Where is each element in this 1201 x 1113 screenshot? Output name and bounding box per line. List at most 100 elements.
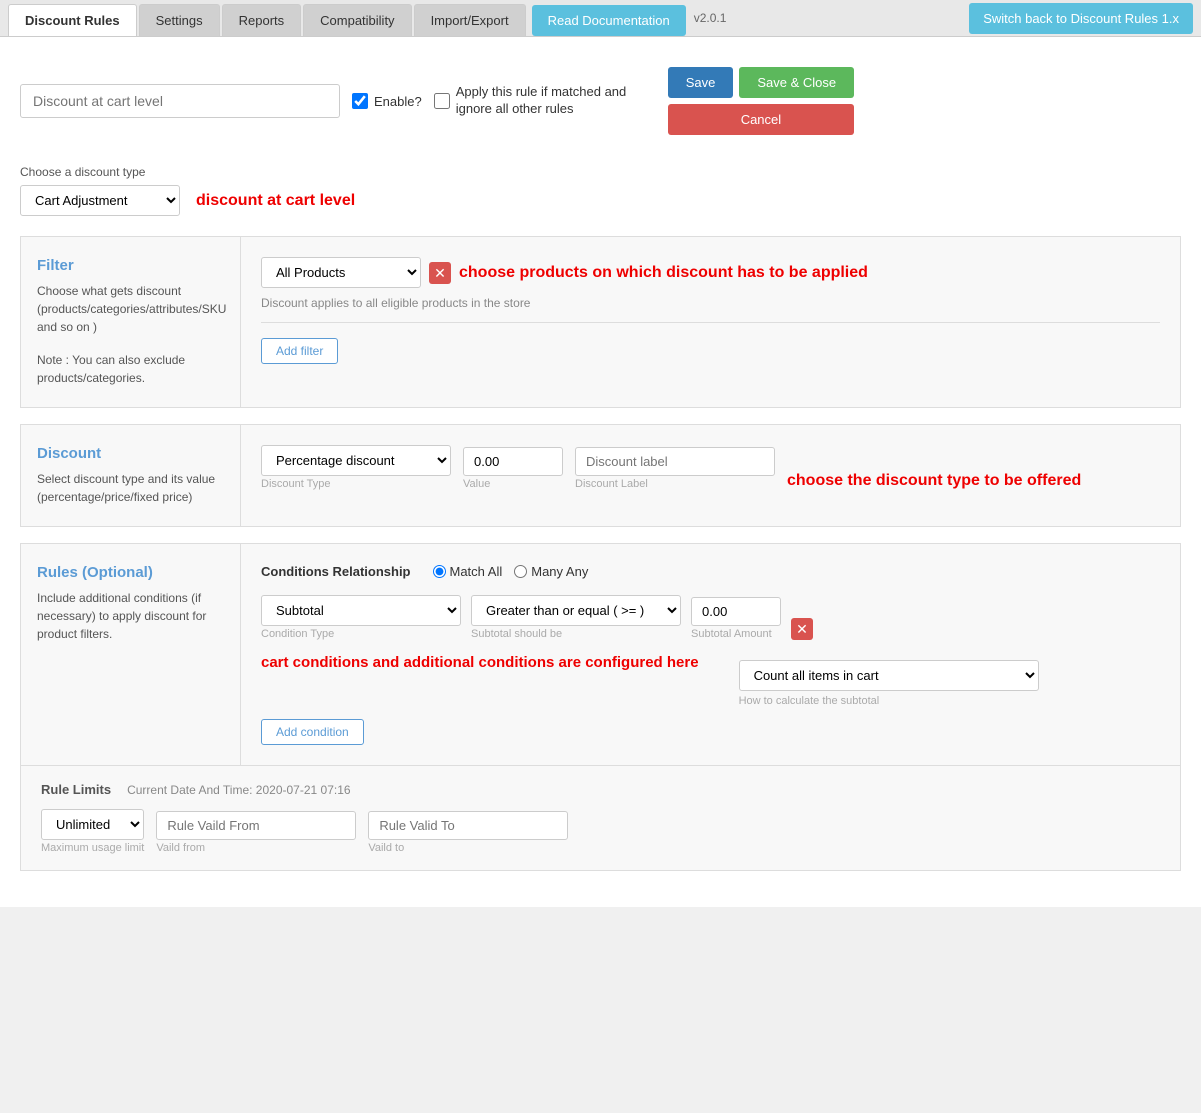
condition-amount-input[interactable] — [691, 597, 781, 626]
tab-reports[interactable]: Reports — [222, 4, 302, 36]
rule-limits-date: Current Date And Time: 2020-07-21 07:16 — [127, 783, 350, 797]
condition-remove-button[interactable]: ✕ — [791, 618, 813, 640]
filter-section-right: All Products Specific Products Specific … — [241, 237, 1180, 407]
conditions-relationship: Conditions Relationship Match All Many A… — [261, 564, 1160, 579]
condition-type-select[interactable]: Subtotal Product Quantity Cart Total — [261, 595, 461, 626]
filter-description: Choose what gets discount (products/cate… — [37, 282, 224, 336]
rules-annotation: cart conditions and additional condition… — [261, 654, 699, 671]
rules-section-inner: Rules (Optional) Include additional cond… — [21, 544, 1180, 765]
rules-annotation-text: cart conditions and additional condition… — [261, 652, 699, 673]
condition-amount-label: Subtotal Amount — [691, 628, 781, 640]
enable-checkbox[interactable] — [352, 93, 368, 109]
action-buttons: Save Save & Close Cancel — [668, 67, 854, 135]
subtotal-calc-select[interactable]: Count all items in cart Count unique ite… — [739, 660, 1039, 691]
add-filter-button[interactable]: Add filter — [261, 338, 338, 364]
discount-value-group: Value — [463, 447, 563, 490]
rule-name-input[interactable] — [20, 84, 340, 118]
discount-section-left: Discount Select discount type and its va… — [21, 425, 241, 526]
discount-type-select[interactable]: Cart Adjustment Product Discount Buy X G… — [20, 185, 180, 216]
rules-section: Rules (Optional) Include additional cond… — [20, 543, 1181, 871]
discount-type-section: Choose a discount type Cart Adjustment P… — [20, 165, 1181, 216]
rules-section-title: Rules (Optional) — [37, 564, 224, 581]
discount-label-group: Discount Label — [575, 447, 775, 490]
many-any-radio[interactable] — [514, 565, 527, 578]
filter-title: Filter — [37, 257, 224, 274]
discount-value-label: Value — [463, 478, 563, 490]
cancel-button[interactable]: Cancel — [668, 104, 854, 135]
rule-limits-title: Rule Limits — [41, 782, 111, 797]
discount-row: Percentage discount Fixed discount Fixed… — [261, 445, 1160, 490]
tab-discount-rules[interactable]: Discount Rules — [8, 4, 137, 36]
discount-type-select[interactable]: Percentage discount Fixed discount Fixed… — [261, 445, 451, 476]
tab-import-export[interactable]: Import/Export — [414, 4, 526, 36]
header-row: Enable? Apply this rule if matched and i… — [20, 57, 1181, 145]
conditions-rel-label: Conditions Relationship — [261, 564, 411, 579]
read-docs-button[interactable]: Read Documentation — [532, 5, 686, 36]
enable-label: Enable? — [374, 94, 422, 109]
rules-section-left: Rules (Optional) Include additional cond… — [21, 544, 241, 765]
match-all-option[interactable]: Match All — [433, 564, 503, 579]
tab-settings[interactable]: Settings — [139, 4, 220, 36]
max-usage-select[interactable]: Unlimited Limited — [41, 809, 144, 840]
rule-limits-section: Rule Limits Current Date And Time: 2020-… — [21, 765, 1180, 870]
apply-rule-group: Apply this rule if matched and ignore al… — [434, 84, 656, 118]
filter-section-inner: Filter Choose what gets discount (produc… — [21, 237, 1180, 407]
condition-amount-group: Subtotal Amount — [691, 597, 781, 640]
valid-from-label: Vaild from — [156, 842, 356, 854]
tab-compatibility[interactable]: Compatibility — [303, 4, 411, 36]
filter-row: All Products Specific Products Specific … — [261, 257, 1160, 288]
discount-type-label: Discount Type — [261, 478, 451, 490]
action-btns-row: Save Save & Close — [668, 67, 854, 98]
discount-section-right: Percentage discount Fixed discount Fixed… — [241, 425, 1180, 526]
many-any-label: Many Any — [531, 564, 588, 579]
main-content: Enable? Apply this rule if matched and i… — [0, 37, 1201, 907]
condition-op-select[interactable]: Greater than or equal ( >= ) Less than E… — [471, 595, 681, 626]
enable-group: Enable? — [352, 93, 422, 109]
discount-type-row: Cart Adjustment Product Discount Buy X G… — [20, 185, 1181, 216]
discount-value-input[interactable] — [463, 447, 563, 476]
condition-op-label: Subtotal should be — [471, 628, 681, 640]
max-usage-group: Unlimited Limited Maximum usage limit — [41, 809, 144, 854]
filter-remove-button[interactable]: ✕ — [429, 262, 451, 284]
valid-to-group: Vaild to — [368, 811, 568, 854]
save-button[interactable]: Save — [668, 67, 734, 98]
valid-from-input[interactable] — [156, 811, 356, 840]
filter-section: Filter Choose what gets discount (produc… — [20, 236, 1181, 408]
max-usage-label: Maximum usage limit — [41, 842, 144, 854]
filter-select[interactable]: All Products Specific Products Specific … — [261, 257, 421, 288]
tabs-bar: Discount Rules Settings Reports Compatib… — [0, 0, 1201, 37]
add-condition-button[interactable]: Add condition — [261, 719, 364, 745]
apply-rule-checkbox[interactable] — [434, 93, 450, 109]
condition-row: Subtotal Product Quantity Cart Total Con… — [261, 595, 1160, 640]
version-label: v2.0.1 — [694, 11, 727, 25]
save-close-button[interactable]: Save & Close — [739, 67, 854, 98]
subtotal-calc-group: Count all items in cart Count unique ite… — [739, 652, 1039, 707]
discount-label-label: Discount Label — [575, 478, 775, 490]
discount-annotation: choose the discount type to be offered — [787, 472, 1081, 490]
annotation-rules-block: cart conditions and additional condition… — [261, 652, 1160, 707]
filter-section-left: Filter Choose what gets discount (produc… — [21, 237, 241, 407]
filter-annotation: choose products on which discount has to… — [459, 264, 868, 282]
valid-to-input[interactable] — [368, 811, 568, 840]
condition-op-group: Greater than or equal ( >= ) Less than E… — [471, 595, 681, 640]
rules-section-right: Conditions Relationship Match All Many A… — [241, 544, 1180, 765]
rule-limits-row: Unlimited Limited Maximum usage limit Va… — [41, 809, 1160, 854]
valid-from-group: Vaild from — [156, 811, 356, 854]
apply-rule-label: Apply this rule if matched and ignore al… — [456, 84, 656, 118]
condition-type-label: Condition Type — [261, 628, 461, 640]
filter-applied-note: Discount applies to all eligible product… — [261, 296, 1160, 310]
valid-to-label: Vaild to — [368, 842, 568, 854]
discount-type-annotation: discount at cart level — [196, 192, 355, 210]
discount-section-title: Discount — [37, 445, 224, 462]
discount-label-input[interactable] — [575, 447, 775, 476]
filter-note: Note : You can also exclude products/cat… — [37, 351, 224, 387]
rule-limits-header: Rule Limits Current Date And Time: 2020-… — [41, 782, 1160, 797]
many-any-option[interactable]: Many Any — [514, 564, 588, 579]
switch-version-button[interactable]: Switch back to Discount Rules 1.x — [969, 3, 1193, 34]
subtotal-calc-label: How to calculate the subtotal — [739, 695, 1039, 707]
match-all-radio[interactable] — [433, 565, 446, 578]
rules-description: Include additional conditions (if necess… — [37, 589, 224, 643]
match-all-label: Match All — [450, 564, 503, 579]
discount-section-inner: Discount Select discount type and its va… — [21, 425, 1180, 526]
discount-type-label: Choose a discount type — [20, 165, 1181, 179]
